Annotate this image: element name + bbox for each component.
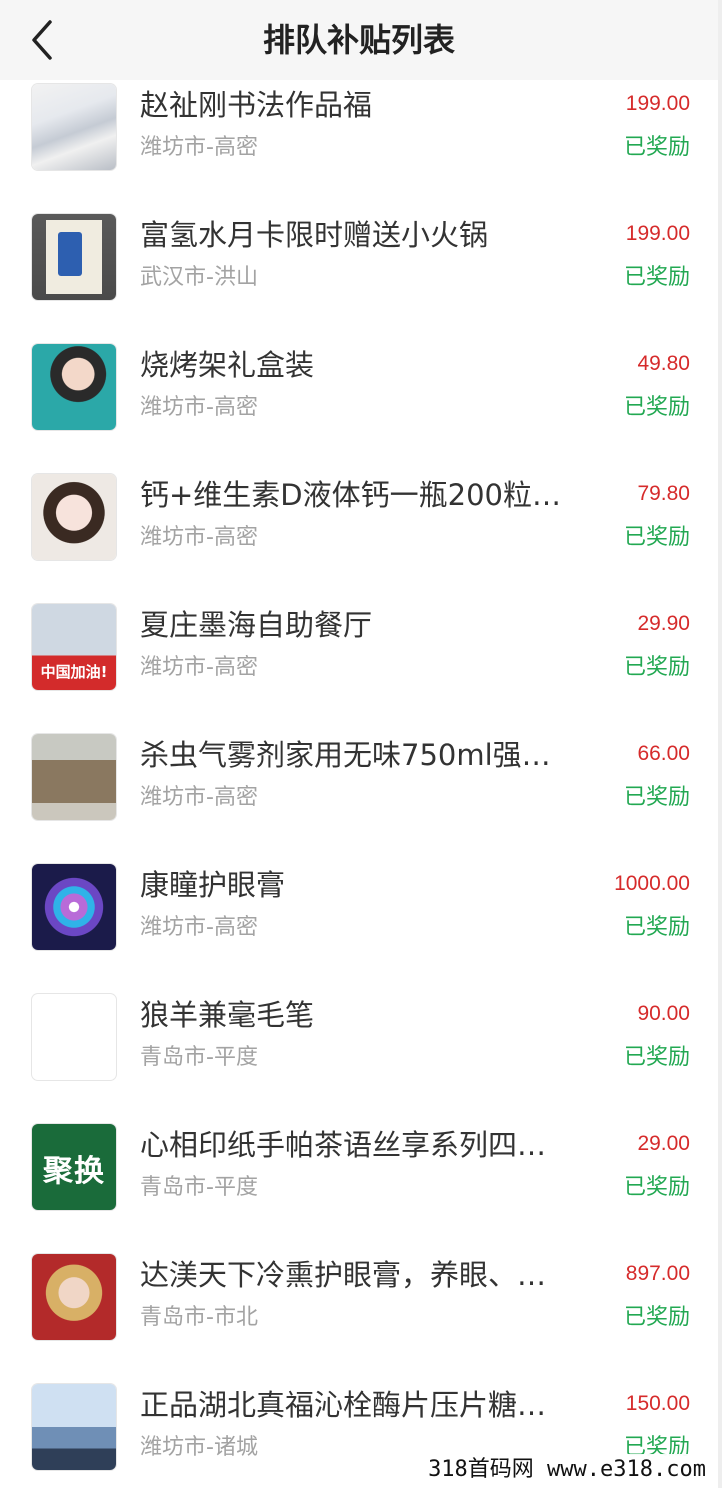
item-price: 897.00 [625, 1262, 690, 1285]
list-item[interactable]: 狼羊兼毫毛笔 青岛市-平度 90.00 已奖励 [0, 980, 718, 1110]
screen: 排队补贴列表 赵祉刚书法作品福 潍坊市-高密 199.00 已奖励 富氢水月卡限… [0, 0, 722, 1488]
user-avatar [32, 1384, 116, 1470]
item-price: 199.00 [625, 222, 690, 245]
navbar: 排队补贴列表 [0, 0, 718, 80]
item-title: 富氢水月卡限时赠送小火锅 [140, 218, 489, 252]
item-title: 正品湖北真福沁栓酶片压片糖… [140, 1388, 547, 1422]
item-title: 康瞳护眼膏 [140, 868, 286, 902]
item-price: 1000.00 [614, 872, 690, 895]
scroll-edge [718, 0, 722, 1488]
list-item[interactable]: 达渼天下冷熏护眼膏，养眼、… 青岛市-市北 897.00 已奖励 [0, 1240, 718, 1370]
item-title: 杀虫气雾剂家用无味750ml强… [140, 738, 551, 772]
item-title: 赵祉刚书法作品福 [140, 88, 373, 122]
item-city: 潍坊市-诸城 [140, 1435, 258, 1460]
item-status: 已奖励 [623, 1305, 690, 1330]
item-city: 青岛市-市北 [140, 1305, 258, 1330]
item-title: 狼羊兼毫毛笔 [140, 998, 315, 1032]
list-item[interactable]: 康瞳护眼膏 潍坊市-高密 1000.00 已奖励 [0, 850, 718, 980]
item-status: 已奖励 [623, 1045, 690, 1070]
item-title: 夏庄墨海自助餐厅 [140, 608, 373, 642]
user-avatar [32, 864, 116, 950]
item-price: 29.00 [637, 1132, 690, 1155]
item-status: 已奖励 [623, 135, 690, 160]
item-city: 潍坊市-高密 [140, 525, 258, 550]
item-title: 达渼天下冷熏护眼膏，养眼、… [140, 1258, 547, 1292]
item-status: 已奖励 [623, 785, 690, 810]
list-item[interactable]: 烧烤架礼盒装 潍坊市-高密 49.80 已奖励 [0, 330, 718, 460]
item-price: 79.80 [637, 482, 690, 505]
item-title: 钙+维生素D液体钙一瓶200粒… [140, 478, 561, 512]
item-city: 潍坊市-高密 [140, 395, 258, 420]
list-item[interactable]: 中国加油! 夏庄墨海自助餐厅 潍坊市-高密 29.90 已奖励 [0, 590, 718, 720]
item-city: 潍坊市-高密 [140, 655, 258, 680]
item-price: 199.00 [625, 92, 690, 115]
item-city: 青岛市-平度 [140, 1175, 258, 1200]
item-price: 66.00 [637, 742, 690, 765]
item-status: 已奖励 [623, 915, 690, 940]
item-city: 潍坊市-高密 [140, 135, 258, 160]
list-item[interactable]: 聚换 心相印纸手帕茶语丝享系列四… 青岛市-平度 29.00 已奖励 [0, 1110, 718, 1240]
item-city: 青岛市-平度 [140, 1045, 258, 1070]
list-item[interactable]: 赵祉刚书法作品福 潍坊市-高密 199.00 已奖励 [0, 80, 718, 200]
item-city: 武汉市-洪山 [140, 265, 258, 290]
thumbnail-caption: 中国加油! [40, 663, 108, 681]
product-thumbnail [32, 84, 116, 170]
item-price: 90.00 [637, 1002, 690, 1025]
item-status: 已奖励 [623, 1175, 690, 1200]
user-avatar [32, 474, 116, 560]
site-watermark: 318首码网 www.e318.com [420, 1454, 714, 1486]
user-avatar [32, 734, 116, 820]
page-title: 排队补贴列表 [262, 21, 455, 59]
item-status: 已奖励 [623, 655, 690, 680]
user-avatar [32, 344, 116, 430]
thumbnail-caption: 聚换 [43, 1154, 105, 1189]
list-item[interactable]: 杀虫气雾剂家用无味750ml强… 潍坊市-高密 66.00 已奖励 [0, 720, 718, 850]
list-item[interactable]: 钙+维生素D液体钙一瓶200粒… 潍坊市-高密 79.80 已奖励 [0, 460, 718, 590]
list-item[interactable]: 富氢水月卡限时赠送小火锅 武汉市-洪山 199.00 已奖励 [0, 200, 718, 330]
item-status: 已奖励 [623, 525, 690, 550]
item-title: 烧烤架礼盒装 [140, 348, 315, 382]
user-avatar: 聚换 [32, 1124, 116, 1210]
item-price: 49.80 [637, 352, 690, 375]
subsidy-list: 赵祉刚书法作品福 潍坊市-高密 199.00 已奖励 富氢水月卡限时赠送小火锅 … [0, 80, 718, 1488]
item-status: 已奖励 [623, 265, 690, 290]
item-status: 已奖励 [623, 395, 690, 420]
product-thumbnail [32, 214, 116, 300]
user-avatar [32, 994, 116, 1080]
item-price: 150.00 [625, 1392, 690, 1415]
item-title: 心相印纸手帕茶语丝享系列四… [140, 1128, 547, 1162]
item-city: 潍坊市-高密 [140, 915, 258, 940]
user-avatar: 中国加油! [32, 604, 116, 690]
item-price: 29.90 [637, 612, 690, 635]
item-city: 潍坊市-高密 [140, 785, 258, 810]
user-avatar [32, 1254, 116, 1340]
